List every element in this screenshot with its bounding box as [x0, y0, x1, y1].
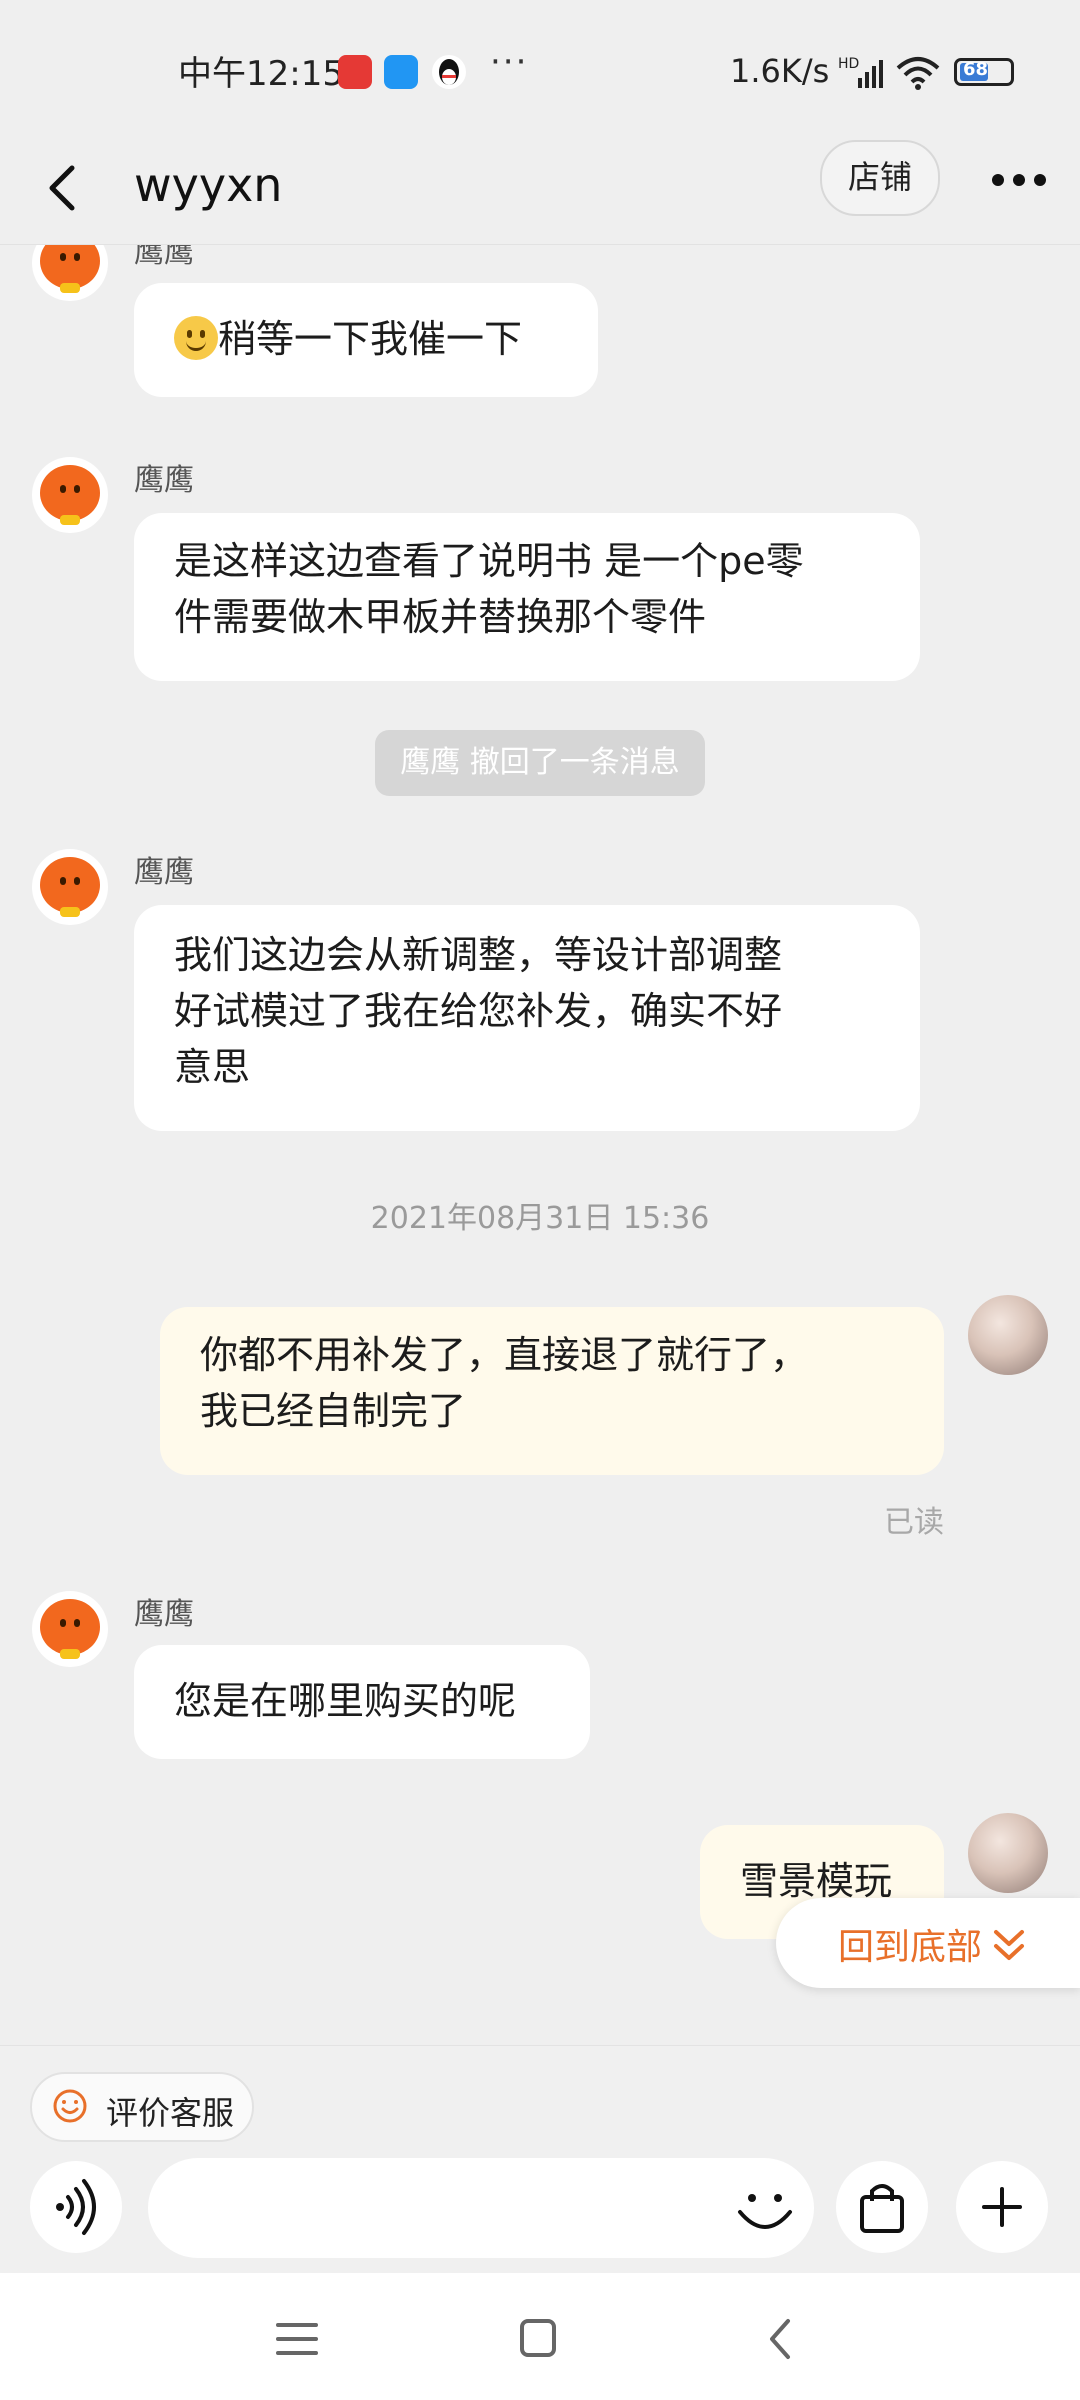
qq-icon — [432, 55, 466, 89]
recents-button[interactable] — [268, 2311, 328, 2367]
menu-icon — [276, 2323, 318, 2355]
wifi-icon — [896, 57, 940, 90]
recall-notice: 鹰鹰 撤回了一条消息 — [375, 730, 705, 796]
rate-service-button[interactable]: 评价客服 — [30, 2072, 254, 2142]
my-message-bubble[interactable]: 你都不用补发了，直接退了就行了， 我已经自制完了 — [160, 1307, 944, 1475]
chat-title: wyyxn — [134, 158, 283, 212]
system-back-button[interactable] — [752, 2311, 812, 2367]
chat-list[interactable]: 鹰鹰 稍等一下我催一下 鹰鹰 是这样这边查看了说明书 是一个pe零 件需要做木甲… — [0, 245, 1080, 2045]
double-chevron-down-icon — [994, 1930, 1024, 1960]
plus-icon — [982, 2187, 1022, 2227]
message-input[interactable] — [148, 2158, 814, 2258]
user-avatar[interactable] — [968, 1295, 1048, 1375]
read-status: 已读 — [884, 1505, 944, 1540]
composer-area: 评价客服 — [0, 2045, 1080, 2274]
shop-button[interactable]: 店铺 — [820, 140, 940, 216]
battery-icon: 68 — [954, 58, 1014, 86]
message-text: 意思 — [174, 1045, 251, 1089]
timestamp: 2021年08月31日 15:36 — [370, 1201, 710, 1236]
message-text: 是这样这边查看了说明书 是一个pe零 — [174, 539, 804, 583]
signal-icon — [858, 60, 883, 88]
emoji-button[interactable] — [730, 2176, 800, 2246]
message-text: 好试模过了我在给您补发，确实不好 — [174, 989, 783, 1033]
back-button[interactable] — [38, 150, 108, 230]
slightly-smiling-face-icon — [174, 316, 218, 360]
sender-name: 鹰鹰 — [134, 463, 194, 498]
home-icon — [520, 2319, 556, 2357]
message-text: 我已经自制完了 — [200, 1389, 467, 1433]
message-bubble[interactable]: 是这样这边查看了说明书 是一个pe零 件需要做木甲板并替换那个零件 — [134, 513, 920, 681]
avatar[interactable] — [32, 245, 108, 301]
message-text: 您是在哪里购买的呢 — [174, 1679, 517, 1723]
jump-to-bottom-button[interactable]: 回到底部 — [776, 1898, 1080, 1988]
voice-icon — [56, 2179, 96, 2235]
message-bubble[interactable]: 我们这边会从新调整，等设计部调整 好试模过了我在给您补发，确实不好 意思 — [134, 905, 920, 1131]
message-text: 雪景模玩 — [740, 1859, 893, 1903]
sender-name: 鹰鹰 — [134, 245, 194, 270]
user-avatar[interactable] — [968, 1813, 1048, 1893]
status-bar: 中午12:15 ··· 1.6K/s HD 68 — [0, 0, 1080, 140]
shopping-bag-button[interactable] — [836, 2161, 928, 2253]
more-actions-button[interactable] — [956, 2161, 1048, 2253]
more-notifications-icon: ··· — [490, 42, 529, 82]
net-speed: 1.6K/s — [730, 52, 830, 90]
back-nav-icon — [770, 2319, 790, 2359]
sender-name: 鹰鹰 — [134, 855, 194, 890]
emoji-icon — [738, 2194, 792, 2229]
message-text: 你都不用补发了，直接退了就行了， — [200, 1333, 809, 1377]
smile-rating-icon — [53, 2089, 87, 2123]
status-time: 中午12:15 — [178, 54, 344, 94]
message-bubble[interactable]: 您是在哪里购买的呢 — [134, 1645, 590, 1759]
rate-service-label: 评价客服 — [106, 2094, 235, 2132]
back-arrow-icon — [49, 165, 75, 211]
avatar[interactable] — [32, 849, 108, 925]
sender-name: 鹰鹰 — [134, 1597, 194, 1632]
message-bubble[interactable]: 稍等一下我催一下 — [134, 283, 598, 397]
home-button[interactable] — [508, 2311, 568, 2367]
hd-indicator: HD — [838, 56, 860, 72]
message-text: 稍等一下我催一下 — [218, 317, 523, 361]
voice-button[interactable] — [30, 2161, 122, 2253]
message-app-icon — [384, 55, 418, 89]
chat-header: wyyxn 店铺 — [0, 140, 1080, 245]
system-nav-bar — [0, 2273, 1080, 2400]
message-text: 我们这边会从新调整，等设计部调整 — [174, 933, 783, 977]
message-text: 件需要做木甲板并替换那个零件 — [174, 595, 707, 639]
jump-to-bottom-label: 回到底部 — [838, 1927, 983, 1968]
avatar[interactable] — [32, 457, 108, 533]
shopping-bag-icon — [860, 2184, 904, 2233]
avatar[interactable] — [32, 1591, 108, 1667]
netease-music-icon — [338, 55, 372, 89]
more-button[interactable] — [984, 160, 1054, 200]
